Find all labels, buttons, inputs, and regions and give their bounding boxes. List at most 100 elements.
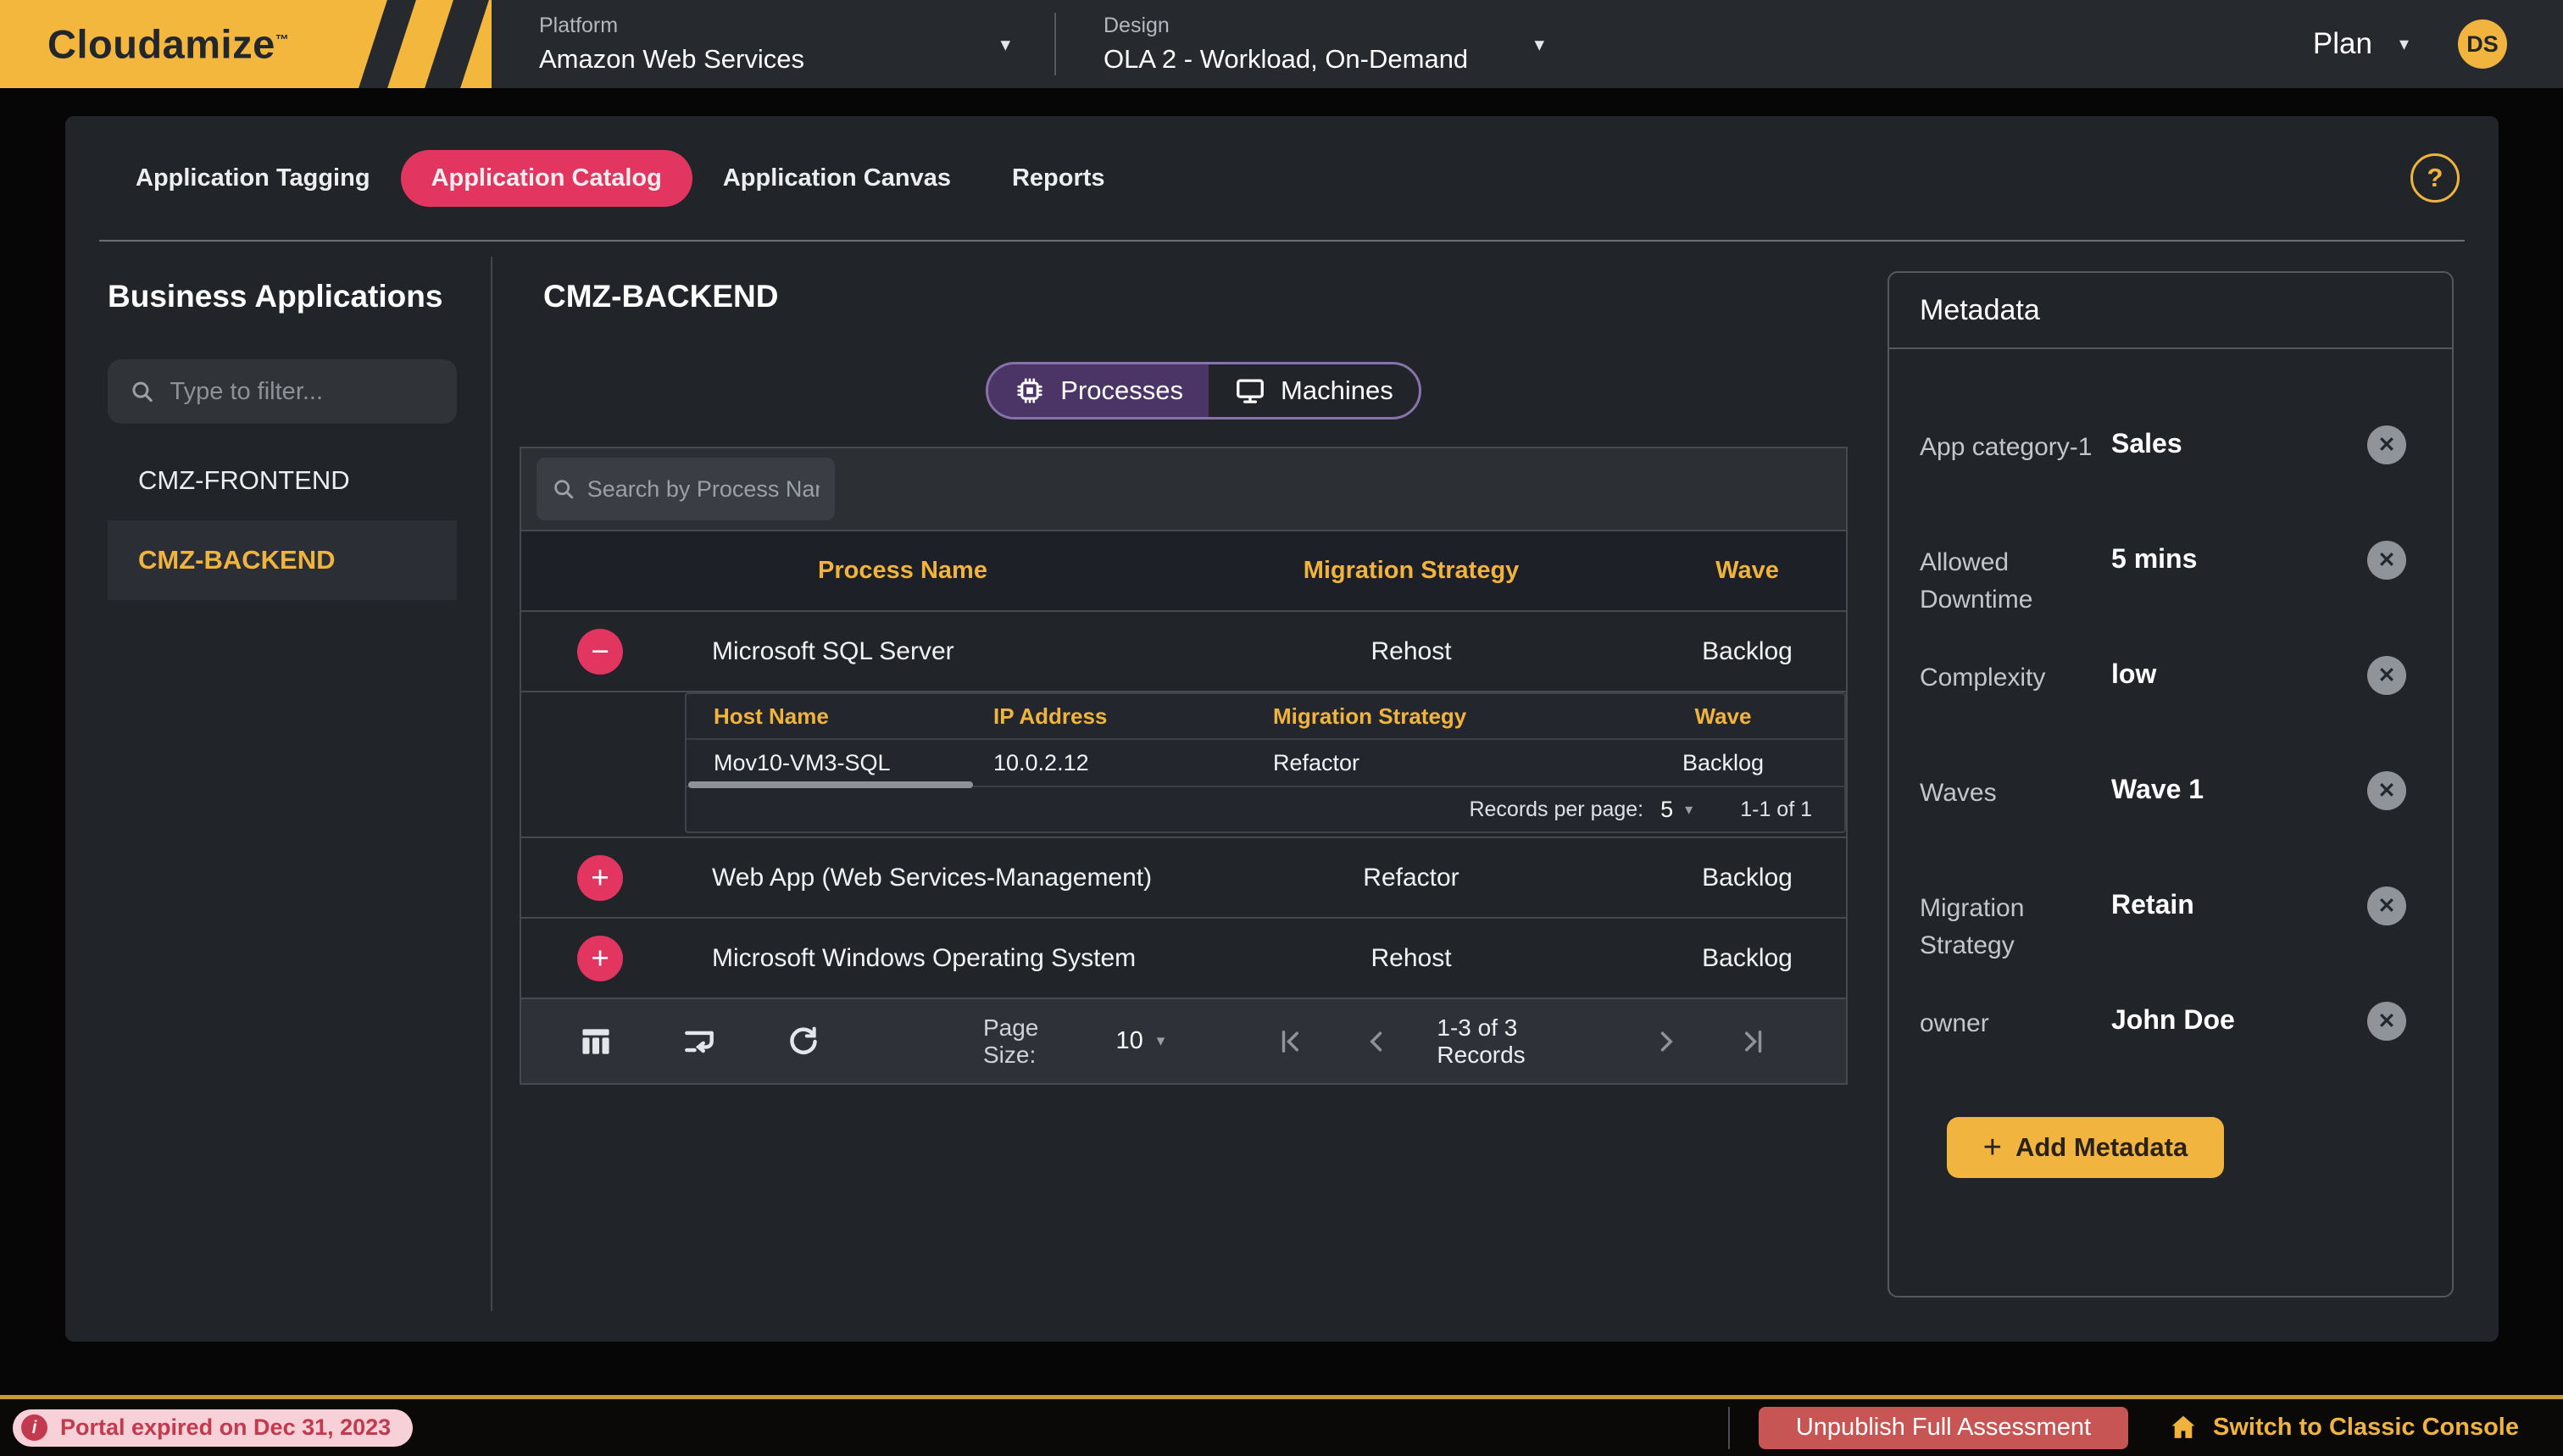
brand-wordmark: Cloudamize [47,22,275,67]
page-size-value[interactable]: 10 [1116,1027,1143,1055]
filter-input[interactable] [170,378,435,406]
table-row[interactable]: − Microsoft SQL Server Rehost Backlog [521,610,1846,691]
collapse-row-button[interactable]: − [577,629,623,675]
horizontal-scrollbar[interactable] [688,781,973,788]
avatar[interactable]: DS [2458,19,2507,69]
chevron-down-icon[interactable]: ▾ [1157,1031,1165,1051]
expand-row-button[interactable]: + [577,936,623,981]
column-wave[interactable]: Wave [1648,557,1846,585]
table-row[interactable]: + Web App (Web Services-Management) Refa… [521,836,1846,917]
metadata-key: Migration Strategy [1920,886,2111,964]
header-divider [1054,13,1056,75]
remove-metadata-icon[interactable]: ✕ [2367,771,2406,810]
logo-stripe [387,0,453,88]
column-migration-strategy[interactable]: Migration Strategy [1246,703,1602,730]
metadata-value: low [2111,656,2367,690]
tab-application-canvas[interactable]: Application Canvas [692,150,981,207]
column-wave[interactable]: Wave [1602,703,1844,730]
logo-stripe [460,0,492,88]
tab-reports[interactable]: Reports [981,150,1136,207]
search-icon [130,377,155,406]
remove-metadata-icon[interactable]: ✕ [2367,541,2406,580]
migration-strategy-cell: Refactor [1174,864,1648,892]
design-selector[interactable]: Design OLA 2 - Workload, On-Demand ▾ [1104,14,1544,75]
previous-page-icon[interactable] [1360,1025,1393,1059]
first-page-icon[interactable] [1273,1025,1306,1059]
plan-label: Plan [2313,27,2372,61]
wrap-text-icon[interactable] [681,1022,718,1061]
metadata-row: Waves Wave 1 ✕ [1920,771,2415,847]
business-applications-sidebar: Business Applications CMZ-FRONTEND CMZ-B… [65,242,491,1342]
view-toggle: Processes Machines [986,362,1420,420]
brand-logo: Cloudamize™ [0,0,492,88]
metadata-row: App category-1 Sales ✕ [1920,425,2415,502]
info-icon: i [21,1414,47,1441]
monitor-icon [1234,375,1266,407]
refresh-icon[interactable] [785,1022,822,1061]
expanded-detail-row: Host Name IP Address Migration Strategy … [521,691,1846,833]
host-row[interactable]: Mov10-VM3-SQL 10.0.2.12 Refactor Backlog [687,738,1844,786]
chevron-down-icon[interactable]: ▾ [1534,33,1544,56]
design-label: Design [1104,14,1468,38]
metadata-row: Complexity low ✕ [1920,656,2415,732]
cpu-chip-icon [1014,375,1046,407]
help-icon[interactable]: ? [2410,153,2460,203]
table-header: Process Name Migration Strategy Wave [521,530,1846,610]
portal-expired-text: Portal expired on Dec 31, 2023 [60,1414,391,1441]
platform-selector[interactable]: Platform Amazon Web Services ▾ [539,14,1010,75]
chevron-down-icon[interactable]: ▾ [1000,33,1010,56]
process-name-cell: Web App (Web Services-Management) [631,864,1174,892]
tab-bar: Application Tagging Application Catalog … [65,116,2499,240]
metadata-row: owner John Doe ✕ [1920,1002,2415,1078]
plan-menu[interactable]: Plan ▾ [2313,27,2409,61]
switch-to-classic-console[interactable]: Switch to Classic Console [2167,1412,2519,1444]
column-migration-strategy[interactable]: Migration Strategy [1174,557,1648,585]
column-host-name[interactable]: Host Name [687,703,966,730]
metadata-row: Allowed Downtime 5 mins ✕ [1920,541,2415,617]
table-search-strip [521,448,1846,530]
expand-row-button[interactable]: + [577,855,623,901]
remove-metadata-icon[interactable]: ✕ [2367,1002,2406,1041]
host-table-pagination: Records per page: 5 ▾ 1-1 of 1 [687,786,1844,831]
unpublish-full-assessment-button[interactable]: Unpublish Full Assessment [1759,1407,2128,1449]
remove-metadata-icon[interactable]: ✕ [2367,886,2406,925]
records-per-page-value[interactable]: 5 [1660,797,1673,823]
metadata-key: Allowed Downtime [1920,541,2111,618]
add-metadata-button[interactable]: + Add Metadata [1947,1117,2224,1178]
last-page-icon[interactable] [1737,1025,1770,1059]
ip-address-cell: 10.0.2.12 [966,750,1246,776]
metadata-key: Waves [1920,771,2111,812]
column-ip-address[interactable]: IP Address [966,703,1246,730]
next-page-icon[interactable] [1650,1025,1683,1059]
sidebar-filter[interactable] [108,359,457,424]
metadata-value: Wave 1 [2111,771,2367,805]
table-row[interactable]: + Microsoft Windows Operating System Reh… [521,917,1846,998]
migration-strategy-cell: Refactor [1246,750,1602,776]
sidebar-item-cmz-backend[interactable]: CMZ-BACKEND [108,520,457,600]
toggle-processes-label: Processes [1060,375,1183,406]
portal-expired-badge: i Portal expired on Dec 31, 2023 [13,1409,413,1447]
process-search[interactable] [537,458,835,520]
toggle-processes[interactable]: Processes [988,364,1209,417]
design-value: OLA 2 - Workload, On-Demand [1104,44,1468,75]
sidebar-item-cmz-frontend[interactable]: CMZ-FRONTEND [108,441,457,520]
chevron-down-icon: ▾ [2399,33,2409,55]
home-icon [2167,1412,2199,1444]
bottom-bar: i Portal expired on Dec 31, 2023 Unpubli… [0,1395,2563,1456]
search-icon [552,475,575,503]
remove-metadata-icon[interactable]: ✕ [2367,656,2406,695]
tab-application-catalog[interactable]: Application Catalog [401,150,692,207]
process-search-input[interactable] [587,475,820,503]
toggle-machines[interactable]: Machines [1209,364,1419,417]
page-size-label: Page Size: [983,1014,1094,1069]
tab-application-tagging[interactable]: Application Tagging [105,150,401,207]
application-list: CMZ-FRONTEND CMZ-BACKEND [108,441,457,600]
column-process-name[interactable]: Process Name [631,557,1174,585]
chevron-down-icon[interactable]: ▾ [1685,801,1693,819]
metadata-panel: Metadata App category-1 Sales ✕ Allowed … [1888,271,2454,1298]
sidebar-title: Business Applications [108,279,457,314]
add-metadata-label: Add Metadata [2015,1132,2188,1163]
remove-metadata-icon[interactable]: ✕ [2367,425,2406,464]
metadata-value: 5 mins [2111,541,2367,575]
columns-icon[interactable] [577,1022,614,1061]
